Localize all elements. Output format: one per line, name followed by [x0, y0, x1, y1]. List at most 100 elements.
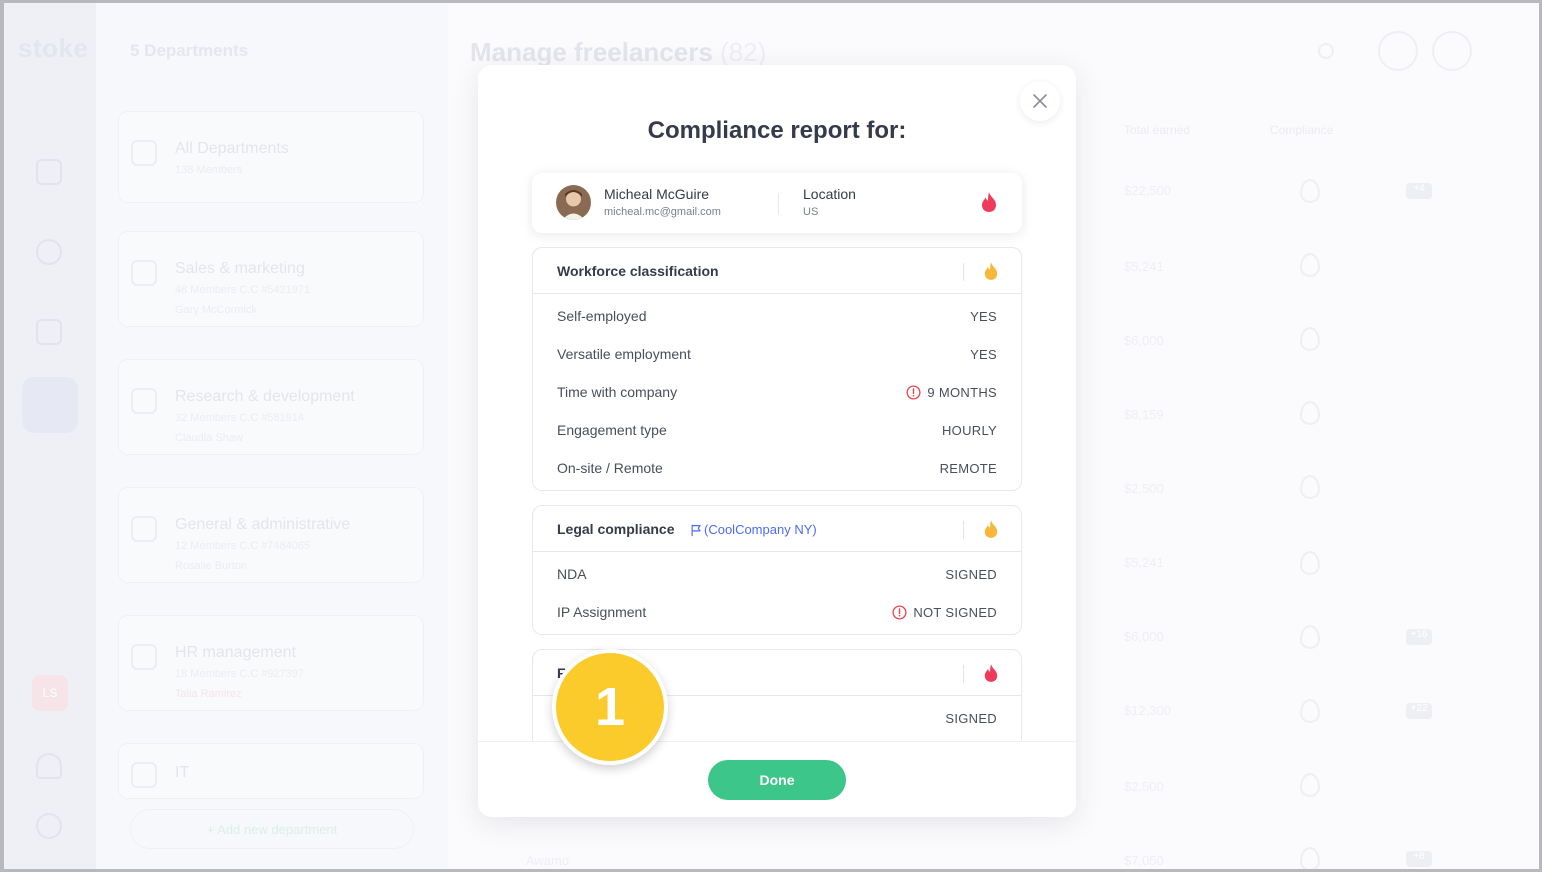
warning-icon[interactable] — [906, 385, 921, 400]
people-icon — [131, 644, 157, 670]
row-value-text: REMOTE — [939, 461, 997, 476]
department-members: 32 Members C.C #581914 — [175, 412, 305, 424]
amount-cell: $2,500 — [1124, 481, 1164, 496]
compliance-drop-icon[interactable] — [1300, 327, 1320, 351]
report-row: NDA SIGNED — [533, 554, 1021, 592]
freelancer-name[interactable]: Awamo — [526, 853, 569, 868]
page-title-text: Manage freelancers — [470, 37, 713, 67]
row-value: NOT SIGNED — [892, 605, 997, 620]
amount-cell: $2,500 — [1124, 779, 1164, 794]
company-tag[interactable]: (CoolCompany NY) — [689, 522, 817, 537]
location-value: US — [803, 206, 819, 218]
add-department-button[interactable]: + Add new department — [130, 809, 414, 849]
freelancer-email: micheal.mc@gmail.com — [604, 206, 721, 218]
extra-tag[interactable]: +16 — [1406, 629, 1432, 645]
amount-cell: $12,300 — [1124, 703, 1171, 718]
app-logo[interactable]: stoke — [18, 33, 88, 64]
department-owner: Talia Ramirez — [175, 688, 242, 700]
row-value: YES — [970, 309, 997, 324]
orange-flame-icon — [984, 520, 998, 538]
department-name: IT — [175, 764, 190, 781]
row-value: REMOTE — [940, 461, 997, 476]
row-label: Self-employed — [557, 308, 647, 324]
home-icon[interactable] — [36, 159, 62, 185]
row-value-text: 9 MONTHS — [927, 385, 997, 400]
divider — [963, 521, 964, 539]
column-compliance[interactable]: Compliance — [1270, 123, 1333, 137]
compliance-drop-icon[interactable] — [1300, 253, 1320, 277]
wallet-icon[interactable] — [36, 319, 62, 345]
warning-icon[interactable] — [892, 605, 907, 620]
close-button[interactable] — [1020, 81, 1060, 121]
modal-title: Compliance report for: — [647, 117, 907, 144]
compliance-drop-icon[interactable] — [1300, 179, 1320, 203]
extra-tag[interactable]: +22 — [1406, 703, 1432, 719]
department-card[interactable]: HR management 18 Members C.C #927397 Tal… — [118, 615, 424, 711]
compliance-drop-icon[interactable] — [1300, 551, 1320, 575]
red-flame-icon — [982, 192, 996, 212]
extra-tag[interactable]: +4 — [1406, 183, 1432, 199]
amount-cell: $6,000 — [1124, 629, 1164, 644]
report-row: Time with company 9 MONTHS — [533, 372, 1021, 410]
amount-cell: $22,500 — [1124, 183, 1171, 198]
report-row: IP Assignment NOT SIGNED — [533, 592, 1021, 630]
freelancer-card: Micheal McGuire micheal.mc@gmail.com Loc… — [532, 173, 1022, 233]
report-row: Engagement type HOURLY — [533, 410, 1021, 448]
department-card[interactable]: Sales & marketing 48 Members C.C #542197… — [118, 231, 424, 327]
row-value-text: HOURLY — [941, 423, 997, 438]
step-number-badge: 1 — [552, 649, 668, 765]
row-value: HOURLY — [942, 423, 997, 438]
report-row: Self-employed YES — [533, 296, 1021, 334]
section-header[interactable]: Workforce classification — [533, 248, 1021, 294]
department-name: Research & development — [175, 388, 355, 405]
row-value: YES — [970, 347, 997, 362]
compliance-drop-icon[interactable] — [1300, 773, 1320, 797]
department-card[interactable]: IT — [118, 743, 424, 799]
compliance-drop-icon[interactable] — [1300, 475, 1320, 499]
column-total-earned[interactable]: Total earned — [1124, 123, 1190, 137]
report-row: On-site / Remote REMOTE — [533, 448, 1021, 486]
department-members: 48 Members C.C #5421971 — [175, 284, 311, 296]
department-owner: Rosalie Burton — [175, 560, 248, 572]
user-avatar[interactable]: LS — [32, 675, 68, 711]
search-icon[interactable] — [1318, 43, 1334, 59]
row-value: SIGNED — [945, 711, 997, 726]
document-icon — [131, 388, 157, 414]
department-members: 12 Members C.C #7484065 — [175, 540, 311, 552]
row-value: SIGNED — [945, 567, 997, 582]
done-button[interactable]: Done — [708, 760, 846, 800]
row-label: Versatile employment — [557, 346, 691, 362]
amount-cell: $6,000 — [1124, 333, 1164, 348]
location-label: Location — [803, 186, 856, 202]
grid-icon — [131, 516, 157, 542]
row-value-text: SIGNED — [945, 711, 997, 726]
compliance-drop-icon[interactable] — [1300, 847, 1320, 869]
amount-cell: $5,241 — [1124, 555, 1164, 570]
compliance-drop-icon[interactable] — [1300, 401, 1320, 425]
row-label: IP Assignment — [557, 604, 647, 620]
department-card[interactable]: Research & development 32 Members C.C #5… — [118, 359, 424, 455]
bell-icon[interactable] — [36, 753, 62, 779]
gear-icon[interactable] — [36, 813, 62, 839]
row-value-text: YES — [970, 309, 997, 324]
department-name: Sales & marketing — [175, 260, 305, 277]
department-members: 138 Members — [175, 164, 243, 176]
department-name: HR management — [175, 644, 296, 661]
compliance-drop-icon[interactable] — [1300, 699, 1320, 723]
screen-frame: stoke LS 5 Departments All Departments 1… — [0, 0, 1542, 872]
department-card[interactable]: All Departments 138 Members — [118, 111, 424, 203]
extra-tag[interactable]: +8 — [1406, 851, 1432, 867]
compliance-drop-icon[interactable] — [1300, 625, 1320, 649]
upload-button[interactable] — [1378, 31, 1418, 71]
divider — [778, 193, 779, 215]
freelancers-nav-icon[interactable] — [22, 377, 78, 433]
clock-icon[interactable] — [36, 239, 62, 265]
page-title: Manage freelancers (82) — [470, 37, 766, 68]
workforce-classification-section: Workforce classification Self-employed Y… — [532, 247, 1022, 491]
row-value-text: YES — [970, 347, 997, 362]
red-flame-icon — [984, 664, 998, 682]
amount-cell: $7,050 — [1124, 853, 1164, 868]
add-freelancer-button[interactable] — [1432, 31, 1472, 71]
section-header[interactable]: Legal compliance (CoolCompany NY) — [533, 506, 1021, 552]
department-card[interactable]: General & administrative 12 Members C.C … — [118, 487, 424, 583]
